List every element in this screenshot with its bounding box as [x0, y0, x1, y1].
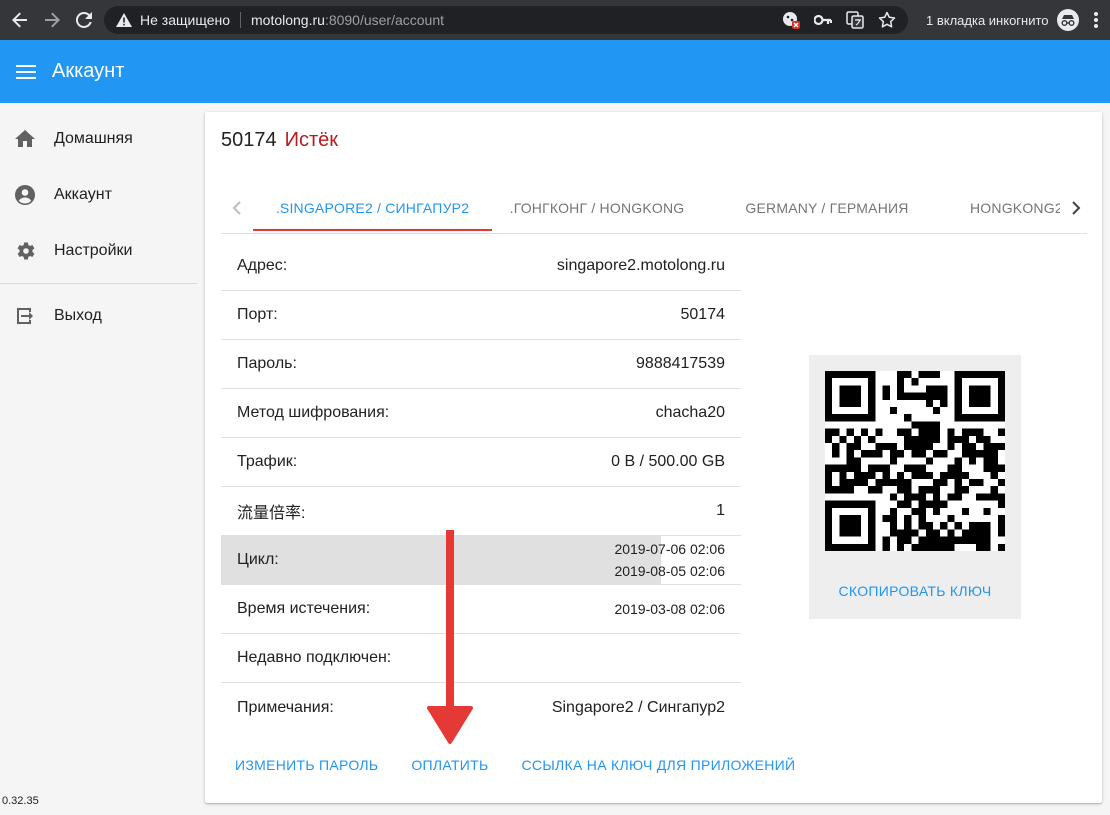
detail-row-password: Пароль: 9888417539	[221, 340, 741, 389]
change-password-button[interactable]: ИЗМЕНИТЬ ПАРОЛЬ	[235, 757, 378, 773]
qr-code	[825, 371, 1005, 551]
sidebar-item-label: Аккаунт	[54, 186, 112, 203]
cycle-start: 2019-07-06 02:06	[614, 541, 725, 557]
sidebar-item-account[interactable]: Аккаунт	[0, 167, 197, 223]
chevron-right-icon	[1072, 201, 1081, 215]
card-actions: ИЗМЕНИТЬ ПАРОЛЬ ОПЛАТИТЬ ССЫЛКА НА КЛЮЧ …	[235, 755, 828, 775]
detail-row-last-connected: Недавно подключен:	[221, 634, 741, 683]
account-circle-icon	[14, 184, 36, 206]
pay-button[interactable]: ОПЛАТИТЬ	[411, 757, 488, 773]
sidebar-item-settings[interactable]: Настройки	[0, 223, 197, 279]
detail-value: 50174	[680, 306, 726, 323]
account-details: Адрес: singapore2.motolong.ru Порт: 5017…	[221, 242, 741, 732]
detail-value: 2019-03-08 02:06	[614, 601, 725, 617]
detail-label: Примечания:	[237, 698, 334, 716]
qr-panel: СКОПИРОВАТЬ КЛЮЧ	[809, 355, 1021, 619]
back-arrow-icon	[12, 12, 27, 28]
detail-value: 2019-07-06 02:06 2019-08-05 02:06	[614, 538, 725, 582]
detail-value: singapore2.motolong.ru	[556, 257, 725, 274]
gear-icon	[14, 240, 36, 262]
detail-label: Недавно подключен:	[237, 649, 392, 666]
detail-label: Адрес:	[237, 257, 288, 274]
home-icon	[14, 128, 36, 150]
address-bar[interactable]: Не защищено motolong.ru:8090/user/accoun…	[104, 6, 908, 34]
detail-row-notes: Примечания: Singapore2 / Сингапур2	[221, 683, 741, 732]
incognito-icon	[1056, 9, 1079, 31]
bookmark-star-icon[interactable]	[878, 11, 896, 29]
account-card: 50174 Истёк .SINGAPORE2 / СИНГАПУР2 .ГОНГ…	[205, 112, 1102, 803]
app-bar-title: Аккаунт	[52, 60, 125, 82]
detail-label: Метод шифрования:	[237, 404, 390, 421]
account-port: 50174	[221, 129, 277, 151]
detail-value: chacha20	[655, 404, 725, 421]
browser-toolbar: Не защищено motolong.ru:8090/user/accoun…	[0, 0, 1110, 40]
tab-hongkong[interactable]: .ГОНГКОНГ / HONGKONG	[492, 184, 702, 232]
not-secure-label: Не защищено	[140, 12, 230, 28]
chevron-left-icon	[232, 201, 241, 215]
detail-value: 1	[716, 502, 725, 519]
app-key-link-button[interactable]: ССЫЛКА НА КЛЮЧ ДЛЯ ПРИЛОЖЕНИЙ	[522, 757, 796, 773]
sidebar-item-logout[interactable]: Выход	[0, 288, 197, 344]
exit-icon	[14, 305, 36, 327]
incognito-indicator[interactable]: 1 вкладка инкогнито	[926, 0, 1079, 40]
translate-icon[interactable]	[846, 11, 864, 29]
sidebar-divider	[0, 283, 197, 284]
detail-row-rate: 流量倍率: 1	[221, 487, 741, 536]
forward-button[interactable]	[37, 5, 67, 35]
cycle-end: 2019-08-05 02:06	[614, 563, 725, 579]
detail-row-traffic: Трафик: 0 B / 500.00 GB	[221, 438, 741, 487]
detail-label: Трафик:	[237, 453, 298, 470]
tabs-scroll-left[interactable]	[221, 184, 253, 232]
forward-arrow-icon	[45, 12, 60, 28]
server-tabs: .SINGAPORE2 / СИНГАПУР2 .ГОНГКОНГ / HONG…	[221, 184, 1087, 234]
sidebar: Домашняя Аккаунт Настройки Выход	[0, 103, 197, 815]
detail-label: Время истечения:	[237, 600, 371, 617]
app-version: 0.32.35	[2, 795, 39, 807]
back-button[interactable]	[5, 5, 35, 35]
key-icon[interactable]	[814, 14, 832, 26]
detail-label: Пароль:	[237, 355, 297, 372]
detail-row-port: Порт: 50174	[221, 291, 741, 340]
sidebar-item-home[interactable]: Домашняя	[0, 111, 197, 167]
detail-label: 流量倍率:	[237, 505, 306, 522]
detail-label: Порт:	[237, 306, 278, 323]
reload-icon	[76, 12, 92, 28]
url-host: motolong.ru	[251, 12, 325, 28]
annotation-arrow-icon	[427, 530, 473, 744]
tabs-scroll-right[interactable]	[1060, 184, 1087, 232]
sidebar-item-label: Домашняя	[54, 130, 133, 147]
omnibox-icons	[782, 6, 896, 34]
detail-row-cycle: Цикл: 2019-07-06 02:06 2019-08-05 02:06	[221, 536, 741, 585]
url-path: :8090/user/account	[324, 12, 445, 28]
detail-row-expire: Время истечения: 2019-03-08 02:06	[221, 585, 741, 634]
copy-key-button[interactable]: СКОПИРОВАТЬ КЛЮЧ	[809, 583, 1021, 599]
detail-value: 0 B / 500.00 GB	[611, 453, 725, 470]
detail-row-address: Адрес: singapore2.motolong.ru	[221, 242, 741, 291]
browser-menu-icon[interactable]	[1088, 10, 1104, 30]
omnibox-separator	[240, 12, 241, 28]
detail-label: Цикл:	[237, 551, 279, 568]
blocked-cookie-icon[interactable]	[782, 11, 800, 29]
sidebar-item-label: Настройки	[54, 242, 133, 259]
active-tab-indicator	[253, 229, 492, 231]
reload-button[interactable]	[69, 5, 99, 35]
warning-icon	[116, 13, 132, 27]
detail-value: 9888417539	[636, 355, 725, 372]
page-title: 50174 Истёк	[221, 129, 338, 152]
detail-row-method: Метод шифрования: chacha20	[221, 389, 741, 438]
tab-germany[interactable]: GERMANY / ГЕРМАНИЯ	[702, 184, 952, 232]
hamburger-menu-icon[interactable]	[16, 64, 36, 79]
incognito-label: 1 вкладка инкогнито	[926, 12, 1049, 28]
detail-value: Singapore2 / Сингапур2	[551, 698, 725, 716]
status-badge: Истёк	[284, 129, 339, 151]
app-bar: Аккаунт	[0, 40, 1110, 103]
sidebar-item-label: Выход	[54, 307, 102, 324]
tab-singapore2[interactable]: .SINGAPORE2 / СИНГАПУР2	[253, 184, 492, 232]
